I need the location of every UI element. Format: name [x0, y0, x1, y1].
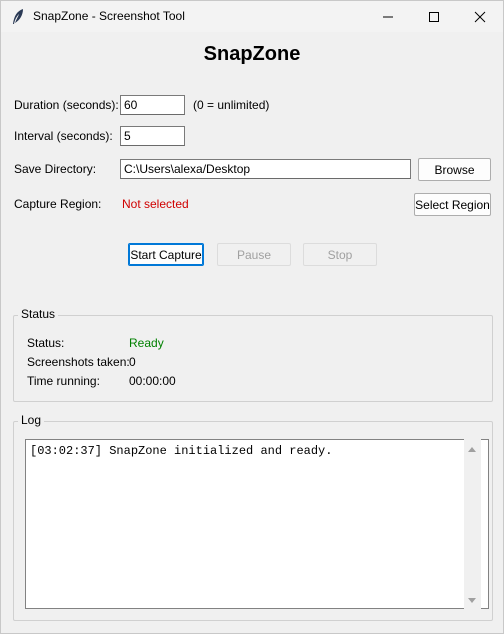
scroll-down-icon[interactable] — [468, 598, 476, 603]
time-label: Time running: — [27, 374, 100, 388]
select-region-button[interactable]: Select Region — [414, 193, 491, 216]
region-status: Not selected — [122, 197, 189, 211]
close-button[interactable] — [457, 1, 503, 32]
app-window: SnapZone - Screenshot Tool SnapZone Dura… — [0, 0, 504, 634]
minimize-button[interactable] — [365, 1, 411, 32]
interval-input[interactable] — [120, 126, 185, 146]
duration-hint: (0 = unlimited) — [193, 98, 270, 112]
directory-label: Save Directory: — [14, 162, 97, 176]
start-capture-button[interactable]: Start Capture — [128, 243, 204, 266]
screenshots-value: 0 — [129, 355, 136, 369]
duration-label: Duration (seconds): — [14, 98, 119, 112]
region-label: Capture Region: — [14, 197, 102, 211]
log-group-title: Log — [18, 413, 45, 427]
window-title: SnapZone - Screenshot Tool — [33, 9, 185, 23]
status-value: Ready — [129, 336, 164, 350]
browse-button[interactable]: Browse — [418, 158, 491, 181]
minimize-icon — [383, 16, 393, 18]
screenshots-label: Screenshots taken: — [27, 355, 130, 369]
pause-button[interactable]: Pause — [217, 243, 291, 266]
maximize-button[interactable] — [411, 1, 457, 32]
app-heading: SnapZone — [203, 43, 301, 65]
directory-input[interactable] — [120, 159, 411, 179]
log-scrollbar[interactable] — [464, 439, 481, 609]
scroll-up-icon[interactable] — [468, 447, 476, 452]
status-group-title: Status — [18, 307, 59, 321]
time-value: 00:00:00 — [129, 374, 176, 388]
close-icon — [474, 11, 486, 23]
feather-icon — [11, 8, 25, 26]
title-bar[interactable]: SnapZone - Screenshot Tool — [1, 1, 503, 32]
log-line: [03:02:37] SnapZone initialized and read… — [30, 444, 333, 458]
interval-label: Interval (seconds): — [14, 129, 113, 143]
log-textarea[interactable]: [03:02:37] SnapZone initialized and read… — [25, 439, 489, 609]
maximize-icon — [429, 12, 439, 22]
status-label: Status: — [27, 336, 65, 350]
stop-button[interactable]: Stop — [303, 243, 377, 266]
duration-input[interactable] — [120, 95, 185, 115]
